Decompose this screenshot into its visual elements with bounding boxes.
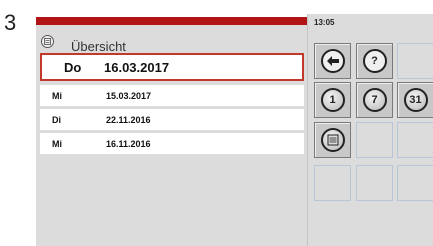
date-row-selected[interactable]: Do 16.03.2017 (40, 53, 304, 81)
week-view-label: 7 (371, 93, 378, 106)
day-view-label: 1 (329, 93, 336, 106)
back-button[interactable] (314, 43, 351, 79)
row-day: Mi (52, 90, 62, 101)
row-date: 15.03.2017 (106, 90, 152, 101)
empty-slot (397, 43, 433, 79)
date-list: Do 16.03.2017 Mi 15.03.2017 Di 22.11.201… (40, 53, 304, 157)
empty-slot (397, 165, 433, 201)
overview-panel: Übersicht Do 16.03.2017 Mi 15.03.2017 Di… (36, 17, 307, 246)
empty-slot (397, 122, 433, 158)
row-day: Do (64, 59, 82, 75)
calendar-day-icon: 1 (320, 88, 345, 112)
row-date: 16.11.2016 (106, 138, 151, 149)
page-title: Übersicht (71, 39, 126, 54)
day-view-button[interactable]: 1 (314, 82, 351, 118)
month-view-button[interactable]: 31 (397, 82, 433, 118)
help-icon: ? (362, 49, 387, 73)
help-button[interactable]: ? (356, 43, 393, 79)
month-view-label: 31 (409, 93, 422, 106)
date-row[interactable]: Mi 15.03.2017 (40, 85, 304, 106)
empty-slot (314, 165, 351, 201)
empty-slot (356, 165, 393, 201)
control-panel: 13:05 ? 1 7 31 (307, 14, 433, 246)
calendar-week-icon: 7 (362, 88, 387, 112)
row-date: 22.11.2016 (106, 114, 151, 125)
panel-header: Übersicht (36, 25, 307, 55)
row-day: Di (52, 114, 61, 125)
empty-slot (356, 122, 393, 158)
calendar-month-icon: 31 (403, 88, 428, 112)
list-icon (320, 128, 345, 152)
arrow-left-icon (320, 49, 345, 73)
clock-time: 13:05 (314, 18, 335, 27)
date-row[interactable]: Di 22.11.2016 (40, 109, 304, 130)
row-date: 16.03.2017 (104, 59, 170, 75)
week-view-button[interactable]: 7 (356, 82, 393, 118)
step-number: 3 (4, 10, 17, 35)
help-label: ? (371, 54, 378, 67)
list-view-button[interactable] (314, 122, 351, 158)
row-day: Mi (52, 138, 62, 149)
header-accent-bar (36, 17, 307, 25)
overview-icon (41, 35, 54, 48)
date-row[interactable]: Mi 16.11.2016 (40, 133, 304, 154)
